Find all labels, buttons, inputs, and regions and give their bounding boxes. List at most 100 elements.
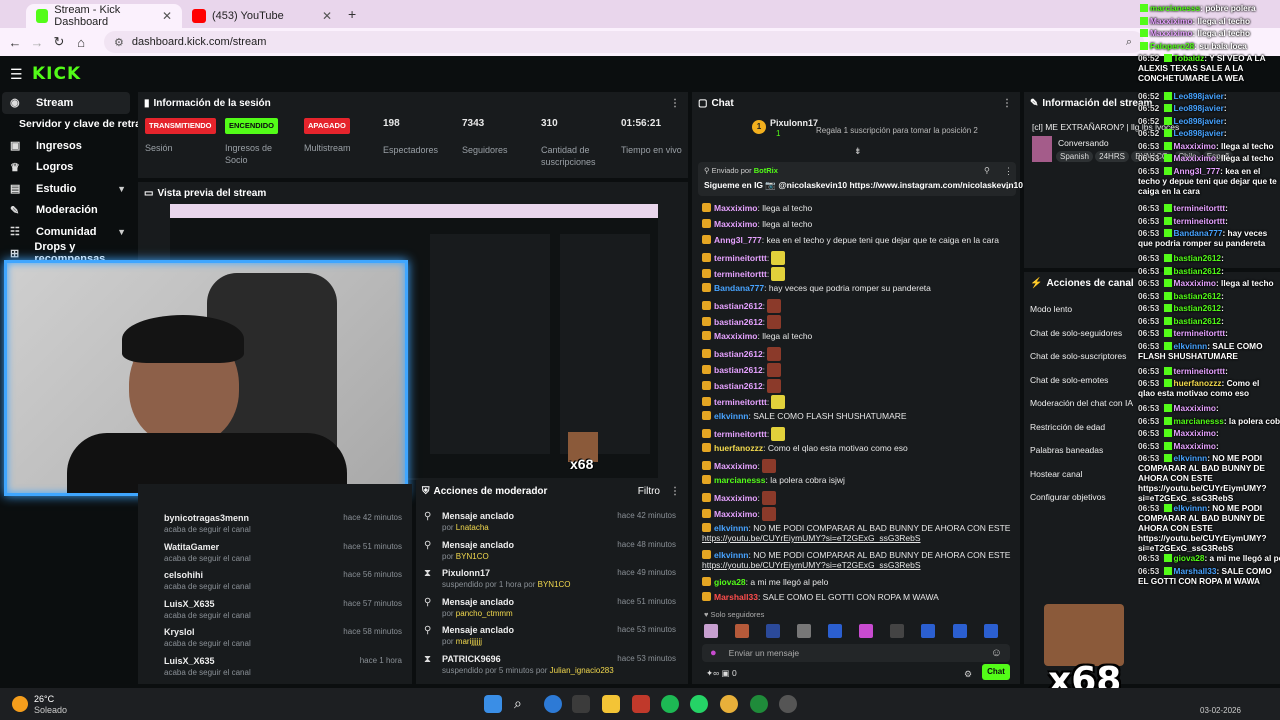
tab-kick-dashboard[interactable]: Stream - Kick Dashboard ✕ — [26, 4, 182, 28]
new-tab-icon[interactable]: + — [348, 6, 356, 22]
stream-title[interactable]: [cl] ME EXTRAÑARON? | llg lbs lvoces — [1032, 122, 1179, 132]
channel-points[interactable]: ✦∞ ▣ 0 — [706, 668, 737, 679]
channel-action-moderaci-n-del-chat-con-ia[interactable]: Moderación del chat con IA — [1030, 398, 1133, 408]
chrome-icon[interactable] — [720, 695, 738, 713]
kebab-menu-icon[interactable]: ⋮ — [1004, 166, 1013, 177]
chat-username[interactable]: termineitorttt — [714, 269, 767, 279]
chat-username[interactable]: elkvinnn — [714, 523, 748, 533]
close-tab-icon[interactable]: ✕ — [162, 9, 172, 23]
chat-message[interactable]: huerfanozzz: Como el qlao esta motivao c… — [702, 443, 908, 453]
chat-message[interactable]: Maxxiximo: llega al techo — [702, 219, 812, 229]
emote-icon[interactable] — [828, 624, 843, 638]
sidebar-item-moderacion[interactable]: ✎ Moderación — [0, 200, 136, 222]
chat-message[interactable]: Maxxiximo: llega al techo — [702, 331, 812, 341]
emote-icon[interactable] — [766, 624, 781, 638]
xbox-icon[interactable] — [750, 695, 768, 713]
close-tab-icon[interactable]: ✕ — [322, 9, 332, 23]
mod-action-row[interactable]: ⚲ Mensaje anclado por Lnatacha hace 42 minu… — [416, 506, 688, 535]
chat-message[interactable]: termineitorttt: — [702, 251, 786, 265]
channel-action-chat-de-solo-emotes[interactable]: Chat de solo-emotes — [1030, 375, 1108, 385]
app-icon[interactable] — [632, 695, 650, 713]
chat-message[interactable]: Maxxiximo: llega al techo — [702, 203, 812, 213]
channel-action-chat-de-solo-seguidores[interactable]: Chat de solo-seguidores — [1030, 328, 1122, 338]
mod-action-row[interactable]: ⚲ Mensaje anclado por marijjjjjj hace 53 mi… — [416, 620, 688, 649]
channel-action-chat-de-solo-suscriptores[interactable]: Chat de solo-suscriptores — [1030, 351, 1126, 361]
zoom-icon[interactable]: ⌕ — [1126, 36, 1132, 49]
channel-action-configurar-objetivos[interactable]: Configurar objetivos — [1030, 492, 1106, 502]
chat-message[interactable]: bastian2612: — [702, 379, 782, 393]
channel-action-hostear-canal[interactable]: Hostear canal — [1030, 469, 1082, 479]
chat-message[interactable]: termineitorttt: — [702, 427, 786, 441]
emote-icon[interactable] — [735, 624, 750, 638]
chat-message[interactable]: bastian2612: — [702, 299, 782, 313]
chat-username[interactable]: bastian2612 — [714, 349, 763, 359]
kick-logo[interactable]: KICK — [32, 64, 81, 84]
emoji-icon[interactable]: ☺ — [991, 647, 1002, 659]
channel-action-modo-lento[interactable]: Modo lento — [1030, 304, 1072, 314]
home-icon[interactable]: ⌂ — [70, 35, 92, 50]
follower-row[interactable]: celsohihi acaba de seguir el canal hace 56… — [138, 565, 412, 594]
follower-row[interactable]: bynicotragas3menn acaba de seguir el cana… — [138, 508, 412, 537]
chat-username[interactable]: bastian2612 — [714, 317, 763, 327]
chat-username[interactable]: Marshall33 — [714, 592, 758, 602]
whatsapp-icon[interactable] — [690, 695, 708, 713]
emote-icon[interactable] — [952, 624, 967, 638]
chat-username[interactable]: Maxxiximo — [714, 461, 757, 471]
weather-temp[interactable]: 26°C — [34, 694, 54, 704]
chat-input[interactable]: ● Enviar un mensaje ☺ — [702, 644, 1010, 662]
mod-action-row[interactable]: ⚲ Mensaje anclado por BYN1CO hace 48 minuto… — [416, 535, 688, 564]
store-icon[interactable] — [572, 695, 590, 713]
gift-sub-cta[interactable]: Regala 1 suscripción para tomar la posic… — [816, 126, 978, 135]
follower-row[interactable]: LuisX_X635 acaba de seguir el canal hace 5… — [138, 594, 412, 623]
follower-row[interactable]: Kryslol acaba de seguir el canal hace 58 m… — [138, 622, 412, 651]
chat-message[interactable]: Anng3l_777: kea en el techo y depue teni… — [702, 235, 999, 245]
edge-icon[interactable] — [544, 695, 562, 713]
filter-button[interactable]: Filtro — [638, 486, 660, 497]
chat-message[interactable]: Maxxiximo: — [702, 459, 776, 473]
chat-message[interactable]: Bandana777: hay veces que podria romper … — [702, 283, 931, 293]
pin-toggle-icon[interactable]: ⚲ — [984, 166, 990, 175]
chat-username[interactable]: Maxxiximo — [714, 509, 757, 519]
follower-row[interactable]: WatitaGamer acaba de seguir el canal hace … — [138, 537, 412, 566]
chat-username[interactable]: bastian2612 — [714, 381, 763, 391]
chat-message[interactable]: elkvinnn: SALE COMO FLASH SHUSHATUMARE — [702, 411, 907, 421]
site-info-icon[interactable]: ⚙ — [114, 36, 124, 49]
chat-message[interactable]: termineitorttt: — [702, 267, 786, 281]
pinned-message[interactable]: ⚲ Enviado por BotRix Siguеme en IG 📷 @ni… — [698, 162, 1023, 196]
instagram-link[interactable]: https://www.instagram.com/nicolaskevin10 — [849, 180, 1023, 190]
chat-username[interactable]: Maxxiximo — [714, 219, 757, 229]
chat-username[interactable]: bastian2612 — [714, 365, 763, 375]
sidebar-item-logros[interactable]: ♛ Logros — [0, 157, 136, 179]
search-icon[interactable]: ⌕ — [514, 695, 522, 712]
sidebar-item-estudio[interactable]: ▤ Estudio ▼ — [0, 178, 136, 200]
chat-message[interactable]: bastian2612: — [702, 315, 782, 329]
chat-username[interactable]: termineitorttt — [714, 429, 767, 439]
chat-message[interactable]: Maxxiximo: — [702, 507, 776, 521]
chevron-down-icon[interactable]: ⌄ — [1004, 182, 1011, 191]
category-name[interactable]: Conversando — [1058, 138, 1109, 148]
emote-icon[interactable] — [983, 624, 998, 638]
chat-username[interactable]: Maxxiximo — [714, 203, 757, 213]
chat-username[interactable]: huerfanozzz — [714, 443, 763, 453]
chat-message[interactable]: termineitorttt: — [702, 395, 786, 409]
mod-action-row[interactable]: ⧗ PATRICK9696 suspendido por 5 minutos por… — [416, 649, 688, 678]
kebab-menu-icon[interactable]: ⋮ — [1002, 98, 1012, 109]
kebab-menu-icon[interactable]: ⋮ — [670, 98, 680, 109]
chat-message[interactable]: bastian2612: — [702, 363, 782, 377]
chat-username[interactable]: termineitorttt — [714, 397, 767, 407]
chat-message[interactable]: Marshall33: SALE COMO EL GOTTI CON ROPA … — [702, 592, 939, 602]
settings-gear-icon[interactable]: ⚙ — [964, 669, 972, 680]
sidebar-item-comunidad[interactable]: ☷ Comunidad ▼ — [0, 221, 136, 243]
sidebar-item-stream[interactable]: ◉ Stream — [2, 92, 130, 114]
spotify-icon[interactable] — [661, 695, 679, 713]
channel-action-palabras-baneadas[interactable]: Palabras baneadas — [1030, 445, 1103, 455]
chat-message[interactable]: Maxxiximo: — [702, 491, 776, 505]
chat-message[interactable]: marcianesss: la polera cobra isjwj — [702, 475, 845, 485]
back-icon[interactable]: ← — [4, 35, 26, 50]
chat-message[interactable]: giova28: a mi me llegó al pelo — [702, 577, 828, 587]
send-chat-button[interactable]: Chat — [982, 664, 1010, 680]
tab-youtube[interactable]: (453) YouTube ✕ — [182, 4, 342, 28]
chat-link[interactable]: https://youtu.be/CUYrEiymUMY?si=eT2GExG_… — [702, 560, 921, 570]
chat-username[interactable]: bastian2612 — [714, 301, 763, 311]
mic-icon[interactable]: ● — [710, 647, 717, 659]
